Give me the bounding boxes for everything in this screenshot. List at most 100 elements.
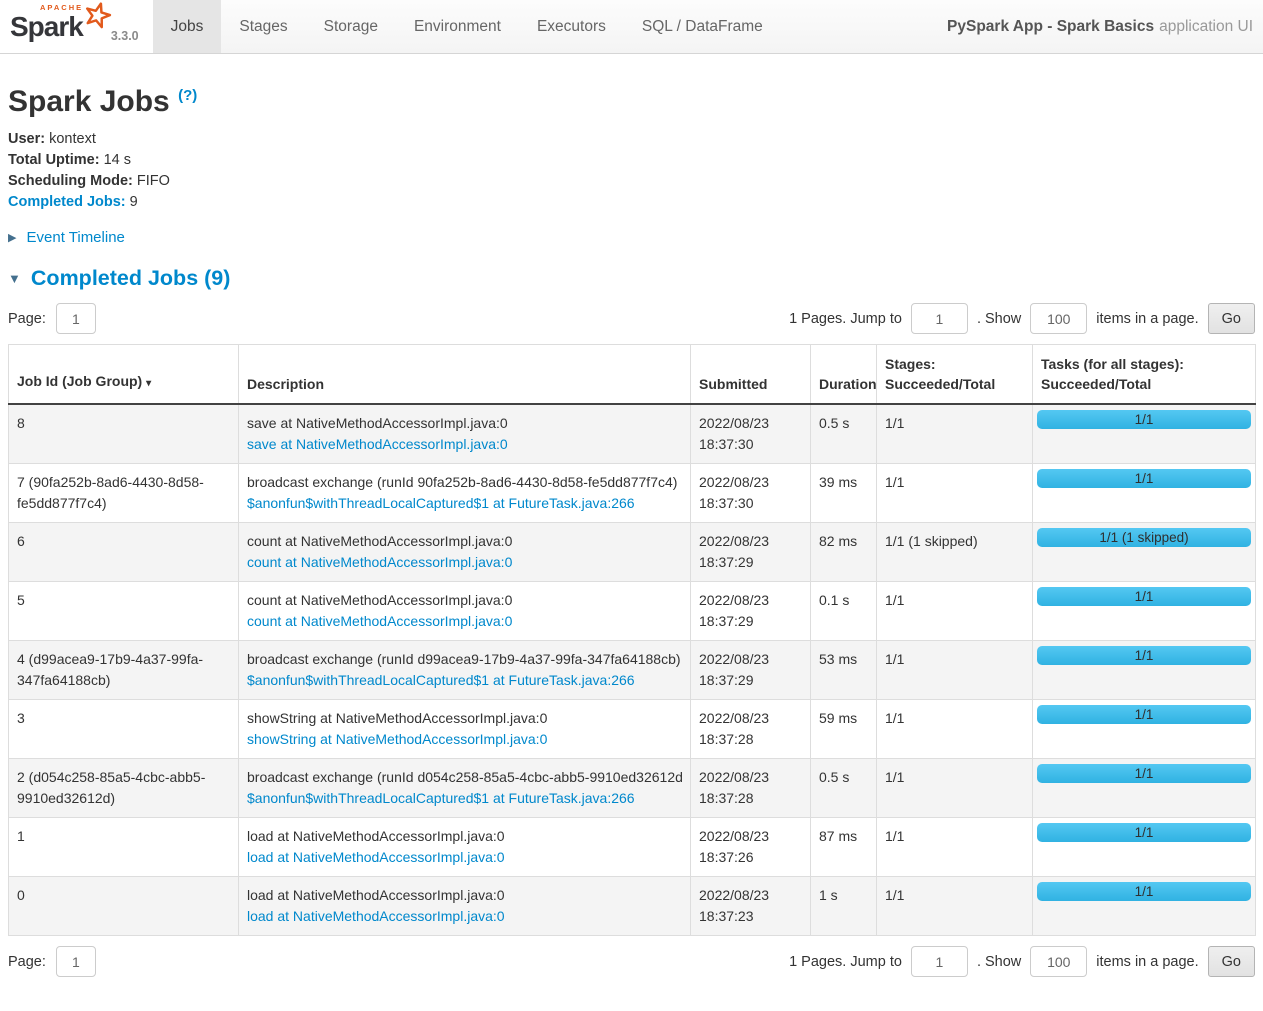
tasks-progress-label: 1/1 (1 skipped)	[1099, 530, 1188, 545]
job-id-cell: 0	[9, 877, 239, 936]
col-description[interactable]: Description	[239, 345, 691, 405]
jobs-table-body: 8 save at NativeMethodAccessorImpl.java:…	[9, 404, 1256, 936]
job-description-link[interactable]: load at NativeMethodAccessorImpl.java:0	[247, 847, 682, 868]
stages-cell: 1/1	[877, 700, 1033, 759]
submitted-cell: 2022/08/23 18:37:23	[691, 877, 811, 936]
job-id-cell: 5	[9, 582, 239, 641]
job-description-link[interactable]: $anonfun$withThreadLocalCaptured$1 at Fu…	[247, 493, 682, 514]
show-items-input[interactable]	[1030, 946, 1087, 977]
col-job-id[interactable]: Job Id (Job Group) ▾	[9, 345, 239, 405]
tasks-progress-label: 1/1	[1135, 884, 1154, 899]
tasks-progress-label: 1/1	[1135, 589, 1154, 604]
duration-cell: 59 ms	[811, 700, 877, 759]
table-row: 2 (d054c258-85a5-4cbc-abb5-9910ed32612d)…	[9, 759, 1256, 818]
nav-tab-jobs[interactable]: Jobs	[153, 0, 222, 53]
tasks-progress-bar: 1/1	[1037, 587, 1251, 606]
tasks-progress: 1/1 (1 skipped)	[1037, 528, 1251, 547]
job-description-link[interactable]: load at NativeMethodAccessorImpl.java:0	[247, 906, 682, 927]
pagination-top: Page: 1 Pages. Jump to . Show items in a…	[8, 303, 1255, 334]
tasks-progress-label: 1/1	[1135, 412, 1154, 427]
col-submitted[interactable]: Submitted	[691, 345, 811, 405]
col-duration[interactable]: Duration	[811, 345, 877, 405]
pagination-bottom: Page: 1 Pages. Jump to . Show items in a…	[8, 946, 1255, 977]
items-per-page-text: items in a page.	[1096, 954, 1198, 970]
job-description-link[interactable]: $anonfun$withThreadLocalCaptured$1 at Fu…	[247, 788, 682, 809]
duration-cell: 87 ms	[811, 818, 877, 877]
job-summary-list: User: kontext Total Uptime: 14 s Schedul…	[8, 129, 1255, 213]
table-header-row: Job Id (Job Group) ▾ Description Submitt…	[9, 345, 1256, 405]
job-description-link[interactable]: showString at NativeMethodAccessorImpl.j…	[247, 729, 682, 750]
job-id-cell: 2 (d054c258-85a5-4cbc-abb5-9910ed32612d)	[9, 759, 239, 818]
tasks-progress-label: 1/1	[1135, 766, 1154, 781]
application-title: PySpark App - Spark Basics application U…	[947, 0, 1263, 53]
tasks-progress: 1/1	[1037, 882, 1251, 901]
stages-cell: 1/1	[877, 877, 1033, 936]
job-description-link[interactable]: $anonfun$withThreadLocalCaptured$1 at Fu…	[247, 670, 682, 691]
tasks-progress: 1/1	[1037, 646, 1251, 665]
go-button[interactable]: Go	[1208, 303, 1255, 334]
nav-tab-environment[interactable]: Environment	[396, 0, 519, 53]
spark-brand-name: Spark	[10, 11, 83, 42]
tasks-progress: 1/1	[1037, 410, 1251, 429]
table-row: 6 count at NativeMethodAccessorImpl.java…	[9, 523, 1256, 582]
stages-cell: 1/1	[877, 818, 1033, 877]
nav-tab-executors[interactable]: Executors	[519, 0, 624, 53]
summary-item: Scheduling Mode: FIFO	[8, 171, 1255, 192]
nav-tab-storage[interactable]: Storage	[306, 0, 396, 53]
help-link[interactable]: (?)	[178, 87, 197, 104]
job-description-link[interactable]: count at NativeMethodAccessorImpl.java:0	[247, 611, 682, 632]
spark-logo[interactable]: APACHE Spark 3.3.0	[0, 0, 153, 53]
summary-label: Total Uptime:	[8, 152, 100, 168]
job-id-cell: 4 (d99acea9-17b9-4a37-99fa-347fa64188cb)	[9, 641, 239, 700]
duration-cell: 0.1 s	[811, 582, 877, 641]
tasks-progress-label: 1/1	[1135, 707, 1154, 722]
summary-label[interactable]: Completed Jobs:	[8, 194, 126, 210]
submitted-cell: 2022/08/23 18:37:30	[691, 404, 811, 464]
spark-version: 3.3.0	[111, 29, 139, 43]
job-description-link[interactable]: save at NativeMethodAccessorImpl.java:0	[247, 434, 682, 455]
star-icon	[81, 0, 114, 32]
job-description: count at NativeMethodAccessorImpl.java:0	[247, 531, 682, 552]
jump-to-input[interactable]	[911, 303, 968, 334]
completed-jobs-heading[interactable]: Completed Jobs (9)	[31, 266, 231, 290]
event-timeline-label[interactable]: Event Timeline	[27, 229, 125, 246]
stages-cell: 1/1	[877, 582, 1033, 641]
job-description: load at NativeMethodAccessorImpl.java:0	[247, 826, 682, 847]
completed-jobs-table: Job Id (Job Group) ▾ Description Submitt…	[8, 344, 1256, 936]
duration-cell: 53 ms	[811, 641, 877, 700]
tasks-progress: 1/1	[1037, 823, 1251, 842]
duration-cell: 0.5 s	[811, 404, 877, 464]
summary-value: FIFO	[137, 173, 170, 189]
stages-cell: 1/1	[877, 404, 1033, 464]
event-timeline-toggle[interactable]: ▶ Event Timeline	[8, 229, 1255, 246]
page-number-input[interactable]	[56, 946, 96, 977]
col-tasks[interactable]: Tasks (for all stages): Succeeded/Total	[1033, 345, 1256, 405]
duration-cell: 0.5 s	[811, 759, 877, 818]
summary-label: Scheduling Mode:	[8, 173, 133, 189]
job-description-link[interactable]: count at NativeMethodAccessorImpl.java:0	[247, 552, 682, 573]
stages-cell: 1/1	[877, 464, 1033, 523]
summary-value: 9	[130, 194, 138, 210]
tasks-progress-label: 1/1	[1135, 825, 1154, 840]
tasks-progress-bar: 1/1	[1037, 882, 1251, 901]
go-button[interactable]: Go	[1208, 946, 1255, 977]
summary-value: 14 s	[104, 152, 131, 168]
apache-label: APACHE	[40, 3, 83, 12]
tasks-progress: 1/1	[1037, 764, 1251, 783]
job-description: load at NativeMethodAccessorImpl.java:0	[247, 885, 682, 906]
submitted-cell: 2022/08/23 18:37:29	[691, 641, 811, 700]
completed-jobs-toggle[interactable]: ▼ Completed Jobs (9)	[8, 266, 1255, 291]
show-text: . Show	[977, 311, 1021, 327]
table-row: 8 save at NativeMethodAccessorImpl.java:…	[9, 404, 1256, 464]
page-number-input[interactable]	[56, 303, 96, 334]
col-stages[interactable]: Stages: Succeeded/Total	[877, 345, 1033, 405]
top-navbar: APACHE Spark 3.3.0 Jobs Stages Storage E…	[0, 0, 1263, 54]
nav-tab-sql-dataframe[interactable]: SQL / DataFrame	[624, 0, 781, 53]
tasks-progress-bar: 1/1	[1037, 469, 1251, 488]
job-id-cell: 6	[9, 523, 239, 582]
show-items-input[interactable]	[1030, 303, 1087, 334]
job-description: count at NativeMethodAccessorImpl.java:0	[247, 590, 682, 611]
nav-tab-stages[interactable]: Stages	[221, 0, 305, 53]
jump-to-input[interactable]	[911, 946, 968, 977]
duration-cell: 1 s	[811, 877, 877, 936]
